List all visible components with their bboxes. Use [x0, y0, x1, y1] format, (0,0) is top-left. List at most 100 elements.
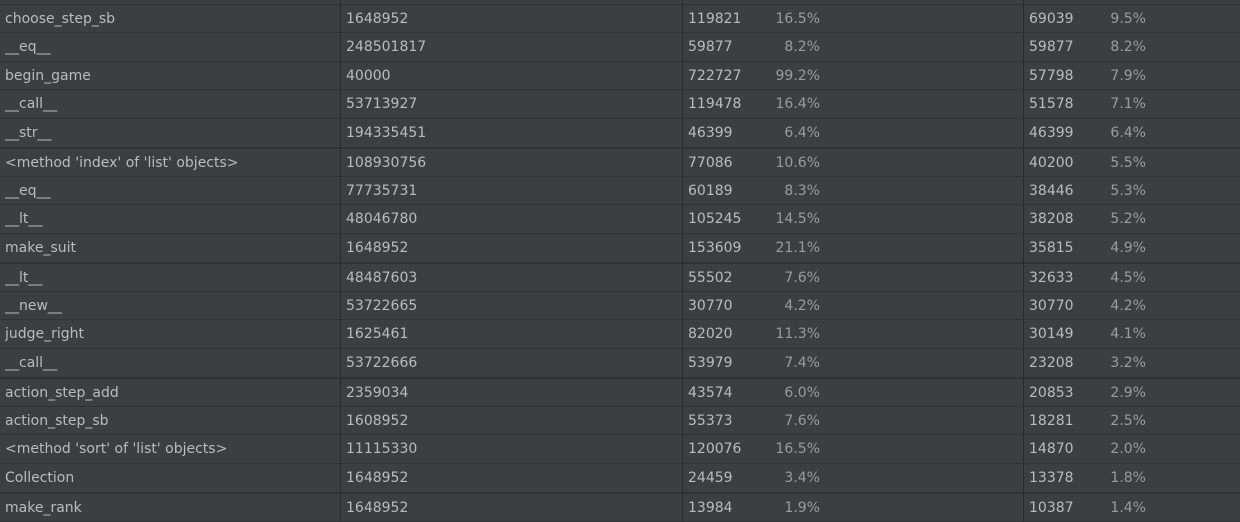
- name-cell: __call__: [5, 355, 58, 371]
- name-cell: choose_step_sb: [5, 11, 116, 27]
- name-cell: Collection: [5, 470, 75, 486]
- name-cell: __call__: [5, 96, 58, 113]
- table-row[interactable]: __eq__ 248501817 59877 8.2% 59877 8.2%: [0, 32, 1240, 62]
- table-row[interactable]: __str__ 194335451 46399 6.4% 46399 6.4%: [0, 119, 1240, 148]
- table-row[interactable]: judge_right 1625461 82020 11.3% 30149 4.…: [0, 320, 1240, 349]
- own-time-cell: 13378: [1029, 470, 1074, 486]
- time-cell: 119821: [688, 11, 742, 27]
- call-count-cell: 1648952: [346, 11, 409, 27]
- call-count-cell: 1608952: [346, 412, 409, 429]
- own-time-cell: 18281: [1029, 412, 1074, 429]
- name-cell: __str__: [5, 125, 52, 141]
- call-count-cell: 48046780: [346, 211, 418, 228]
- time-cell: 722727: [688, 67, 742, 84]
- call-count-cell: 1625461: [346, 326, 409, 343]
- time-cell: 55373: [688, 412, 733, 429]
- time-percent-cell: 6.0%: [784, 384, 820, 401]
- table-row[interactable]: __call__ 53713927 119478 16.4% 51578 7.1…: [0, 90, 1240, 119]
- time-percent-cell: 3.4%: [784, 470, 820, 486]
- own-time-cell: 69039: [1029, 11, 1074, 27]
- table-row[interactable]: Collection 1648952 24459 3.4% 13378 1.8%: [0, 464, 1240, 493]
- own-time-percent-cell: 1.8%: [1110, 470, 1146, 486]
- table-row[interactable]: choose_step_sb 1648952 119821 16.5% 6903…: [0, 4, 1240, 33]
- time-cell: 60189: [688, 182, 733, 199]
- time-percent-cell: 10.6%: [775, 154, 820, 171]
- time-percent-cell: 8.2%: [784, 38, 820, 55]
- own-time-percent-cell: 2.9%: [1110, 384, 1146, 401]
- own-time-percent-cell: 4.5%: [1110, 269, 1146, 286]
- time-cell: 46399: [688, 125, 733, 141]
- call-count-cell: 1648952: [346, 470, 409, 486]
- own-time-percent-cell: 4.1%: [1110, 326, 1146, 343]
- time-cell: 59877: [688, 38, 733, 55]
- time-percent-cell: 14.5%: [775, 211, 820, 228]
- own-time-percent-cell: 4.9%: [1110, 240, 1146, 256]
- name-cell: __new__: [5, 297, 62, 314]
- column-divider[interactable]: [340, 0, 341, 522]
- table-row[interactable]: __call__ 53722666 53979 7.4% 23208 3.2%: [0, 349, 1240, 378]
- profiler-statistics-table: choose_step_sb 1648952 119821 16.5% 6903…: [0, 4, 1240, 522]
- call-count-cell: 248501817: [346, 38, 427, 55]
- time-percent-cell: 16.5%: [775, 11, 820, 27]
- name-cell: __eq__: [5, 38, 51, 55]
- name-cell: __lt__: [5, 211, 43, 228]
- time-cell: 53979: [688, 355, 733, 371]
- call-count-cell: 53722666: [346, 355, 418, 371]
- own-time-cell: 38208: [1029, 211, 1074, 228]
- table-row[interactable]: make_suit 1648952 153609 21.1% 35815 4.9…: [0, 234, 1240, 263]
- own-time-cell: 59877: [1029, 38, 1074, 55]
- name-cell: <method 'index' of 'list' objects>: [5, 154, 239, 171]
- name-cell: action_step_add: [5, 384, 119, 401]
- table-row[interactable]: __new__ 53722665 30770 4.2% 30770 4.2%: [0, 291, 1240, 321]
- time-percent-cell: 1.9%: [784, 499, 820, 516]
- own-time-cell: 46399: [1029, 125, 1074, 141]
- time-cell: 77086: [688, 154, 733, 171]
- time-percent-cell: 11.3%: [775, 326, 820, 343]
- time-percent-cell: 99.2%: [775, 67, 820, 84]
- own-time-cell: 30149: [1029, 326, 1074, 343]
- own-time-cell: 23208: [1029, 355, 1074, 371]
- time-cell: 24459: [688, 470, 733, 486]
- column-divider[interactable]: [682, 0, 683, 522]
- call-count-cell: 48487603: [346, 269, 418, 286]
- table-row[interactable]: <method 'sort' of 'list' objects> 111153…: [0, 435, 1240, 464]
- own-time-cell: 14870: [1029, 441, 1074, 458]
- own-time-cell: 40200: [1029, 154, 1074, 171]
- own-time-percent-cell: 1.4%: [1110, 499, 1146, 516]
- table-row[interactable]: action_step_sb 1608952 55373 7.6% 18281 …: [0, 406, 1240, 436]
- own-time-percent-cell: 3.2%: [1110, 355, 1146, 371]
- time-cell: 82020: [688, 326, 733, 343]
- own-time-percent-cell: 9.5%: [1110, 11, 1146, 27]
- own-time-cell: 10387: [1029, 499, 1074, 516]
- column-divider[interactable]: [1023, 0, 1024, 522]
- time-cell: 153609: [688, 240, 742, 256]
- call-count-cell: 1648952: [346, 499, 409, 516]
- table-row[interactable]: action_step_add 2359034 43574 6.0% 20853…: [0, 377, 1240, 407]
- time-percent-cell: 7.6%: [784, 269, 820, 286]
- table-row[interactable]: begin_game 40000 722727 99.2% 57798 7.9%: [0, 61, 1240, 91]
- time-percent-cell: 7.6%: [784, 412, 820, 429]
- call-count-cell: 53722665: [346, 297, 418, 314]
- own-time-percent-cell: 4.2%: [1110, 297, 1146, 314]
- time-percent-cell: 4.2%: [784, 297, 820, 314]
- call-count-cell: 108930756: [346, 154, 427, 171]
- own-time-cell: 30770: [1029, 297, 1074, 314]
- table-row[interactable]: __lt__ 48487603 55502 7.6% 32633 4.5%: [0, 262, 1240, 292]
- table-row[interactable]: __eq__ 77735731 60189 8.3% 38446 5.3%: [0, 176, 1240, 206]
- call-count-cell: 53713927: [346, 96, 418, 113]
- time-cell: 30770: [688, 297, 733, 314]
- time-cell: 43574: [688, 384, 733, 401]
- own-time-percent-cell: 2.5%: [1110, 412, 1146, 429]
- own-time-cell: 57798: [1029, 67, 1074, 84]
- call-count-cell: 2359034: [346, 384, 409, 401]
- time-cell: 13984: [688, 499, 733, 516]
- time-cell: 120076: [688, 441, 742, 458]
- name-cell: action_step_sb: [5, 412, 109, 429]
- table-row[interactable]: make_rank 1648952 13984 1.9% 10387 1.4%: [0, 492, 1240, 522]
- table-row[interactable]: <method 'index' of 'list' objects> 10893…: [0, 147, 1240, 177]
- own-time-percent-cell: 5.3%: [1110, 182, 1146, 199]
- call-count-cell: 77735731: [346, 182, 418, 199]
- name-cell: begin_game: [5, 67, 91, 84]
- table-row[interactable]: __lt__ 48046780 105245 14.5% 38208 5.2%: [0, 205, 1240, 234]
- name-cell: <method 'sort' of 'list' objects>: [5, 441, 228, 458]
